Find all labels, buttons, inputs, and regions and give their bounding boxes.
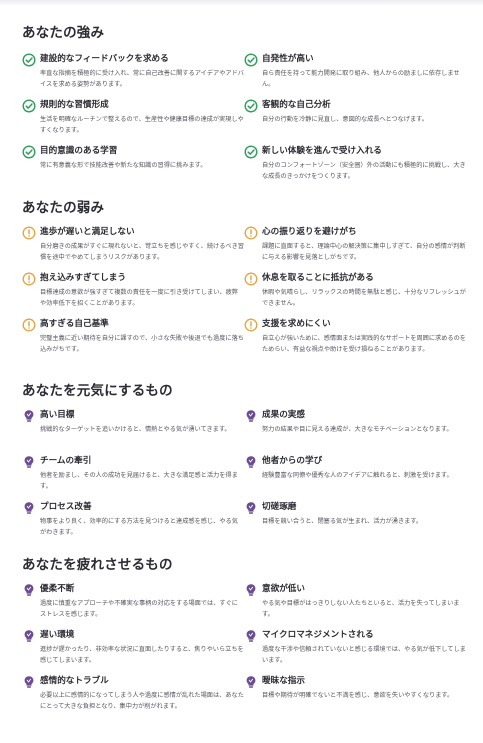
item-desc: 自分磨きの成果がすぐに現れないと、苛立ちを感じやすく、続けるべき習慣を途中でやめ…	[40, 243, 244, 261]
section-title-drainers: あなたを疲れさせるもの	[22, 557, 173, 573]
lightbulb-icon	[22, 501, 36, 515]
check-circle-icon	[244, 53, 258, 67]
check-circle-icon	[22, 53, 36, 67]
alert-circle-icon	[22, 226, 36, 240]
item-title: 高い目標	[40, 410, 75, 420]
item-desc: 完璧主義に近い期待を自分に課すので、小さな失敗や後退でも過度に落ち込みがちです。	[40, 335, 244, 353]
item-desc: 目標や期待が明確でないと不満を感じ、意欲を失いやすくなります。	[262, 692, 454, 699]
item-title: 意欲が低い	[262, 584, 305, 594]
alert-circle-icon	[244, 318, 258, 332]
item-title: 心の振り返りを避けがち	[262, 227, 357, 237]
item-desc: 物事をより良く、効率的にする方法を見つけると達成感を感じ、やる気がわきます。	[40, 518, 238, 536]
item-desc: 必要以上に感情的になってしまう人や過度に感情が乱れた場面は、あなたにとって大きな…	[40, 692, 244, 710]
item-desc: 努力の結果や目に見える達成が、大きなモチベーションとなります。	[262, 426, 453, 433]
alert-circle-icon	[22, 318, 36, 332]
lightbulb-icon	[22, 675, 36, 689]
item-desc: やる気や目標がはっきりしない人たちといると、活力を失ってしまいます。	[262, 600, 460, 618]
item-title: 支援を求めにくい	[262, 319, 331, 329]
alert-circle-icon	[244, 272, 258, 286]
item-title: プロセス改善	[40, 502, 92, 512]
check-circle-icon	[244, 99, 258, 113]
item-title: 他者からの学び	[262, 456, 323, 466]
check-circle-icon	[244, 145, 258, 159]
lightbulb-icon	[244, 675, 258, 689]
check-circle-icon	[22, 99, 36, 113]
item-desc: 自分の行動を冷静に見直し、意図的な成長へとつなげます。	[262, 116, 428, 123]
item-desc: 進捗が遅かったり、非効率な状況に直面したりすると、焦りやいら立ちを感じてしまいま…	[40, 646, 244, 664]
item-title: チームの牽引	[40, 456, 92, 466]
item-title: 規則的な習慣形成	[40, 100, 109, 110]
item-desc: 自分のコンフォートゾーン（安全圏）外の活動にも積極的に挑戦し、大きな成長のきっか…	[262, 162, 466, 180]
lightbulb-icon	[22, 629, 36, 643]
item-desc: 常に有意義な形で技能改善や新たな知識の習得に挑みます。	[40, 162, 207, 169]
item-title: 進歩が遅いと満足しない	[40, 227, 135, 237]
item-title: 客観的な自己分析	[262, 100, 331, 110]
item-title: 自発性が高い	[262, 54, 314, 64]
top-shadow	[0, 0, 483, 6]
lightbulb-icon	[244, 501, 258, 515]
item-title: 優柔不断	[40, 584, 75, 594]
item-title: 成果の実感	[262, 410, 305, 420]
item-desc: 率直な指摘を積極的に受け入れ、常に自己改善に関するアイデアやアドバイスを求める姿…	[40, 70, 244, 88]
energizers-section: あなたを元気にするもの 高い目標 挑戦的なターゲットを追いかけると、情熱とやる気…	[22, 379, 470, 536]
item-title: 新しい体験を進んで受け入れる	[262, 146, 382, 156]
drainers-section: あなたを疲れさせるもの 優柔不断 過度に慎重なアプローチや不確実な事柄の対応をす…	[22, 553, 470, 710]
alert-circle-icon	[22, 272, 36, 286]
item-title: 感情的なトラブル	[40, 676, 109, 686]
item-desc: 課題に直面すると、理論中心の解決策に集中しすぎて、自分の感情が判断に与える影響を…	[262, 243, 466, 261]
lightbulb-icon	[22, 455, 36, 469]
lightbulb-icon	[244, 455, 258, 469]
strengths-section: あなたの強み 建設的なフィードバックを求める 率直な指摘を積極的に受け入れ、常に…	[22, 21, 470, 180]
item-desc: 自ら責任を持って能力開発に取り組み、他人からの励ましに依存しません。	[262, 70, 460, 88]
item-title: 高すぎる自己基準	[40, 319, 109, 329]
check-circle-icon	[22, 145, 36, 159]
alert-circle-icon	[244, 226, 258, 240]
section-title-strengths: あなたの強み	[22, 25, 105, 41]
lightbulb-icon	[22, 583, 36, 597]
item-title: 曖昧な指示	[262, 676, 305, 686]
item-title: 休息を取ることに抵抗がある	[262, 273, 374, 283]
item-title: 建設的なフィードバックを求める	[40, 54, 169, 64]
item-desc: 自立心が強いために、感情面または実践的なサポートを周囲に求めるのをためらい、有益…	[262, 335, 466, 353]
section-title-energizers: あなたを元気にするもの	[22, 383, 173, 399]
item-desc: 生活を明確なルーチンで整えるので、生産性や健康目標の達成が実現しやすくなります。	[40, 116, 244, 134]
item-desc: 過度に慎重なアプローチや不確実な事柄の対応をする場面では、すぐにストレスを感じま…	[40, 600, 238, 618]
item-title: 遅い環境	[40, 630, 75, 640]
item-title: 切磋琢磨	[262, 502, 297, 512]
lightbulb-icon	[244, 409, 258, 423]
weaknesses-section: あなたの弱み 進歩が遅いと満足しない 自分磨きの成果がすぐに現れないと、苛立ちを…	[22, 196, 470, 353]
lightbulb-icon	[22, 409, 36, 423]
item-desc: 過度な干渉や信頼されていないと感じる環境では、やる気が低下してしまいます。	[262, 646, 466, 664]
item-desc: 目標達成の意欲が強すぎて複数の責任を一度に引き受けてしまい、疲弊や効率低下を招く…	[40, 289, 238, 307]
item-title: 目的意識のある学習	[40, 146, 118, 156]
item-title: 抱え込みすぎてしまう	[40, 273, 126, 283]
lightbulb-icon	[244, 629, 258, 643]
item-desc: 他者を励まし、その人の成功を見届けると、大きな満足感と活力を得ます。	[40, 472, 238, 490]
lightbulb-icon	[244, 583, 258, 597]
item-desc: 経験豊富な同僚や優秀な人のアイデアに触れると、刺激を受けます。	[262, 472, 453, 479]
section-title-weaknesses: あなたの弱み	[22, 200, 105, 216]
item-desc: 挑戦的なターゲットを追いかけると、情熱とやる気が湧いてきます。	[40, 426, 231, 433]
item-title: マイクロマネジメントされる	[262, 630, 374, 640]
item-desc: 休暇や気晴らし、リラックスの時間を無駄と感じ、十分なリフレッシュができません。	[262, 289, 466, 307]
item-desc: 目標を競い合うと、閉塞る気が生まれ、活力が湧きます。	[262, 518, 423, 525]
